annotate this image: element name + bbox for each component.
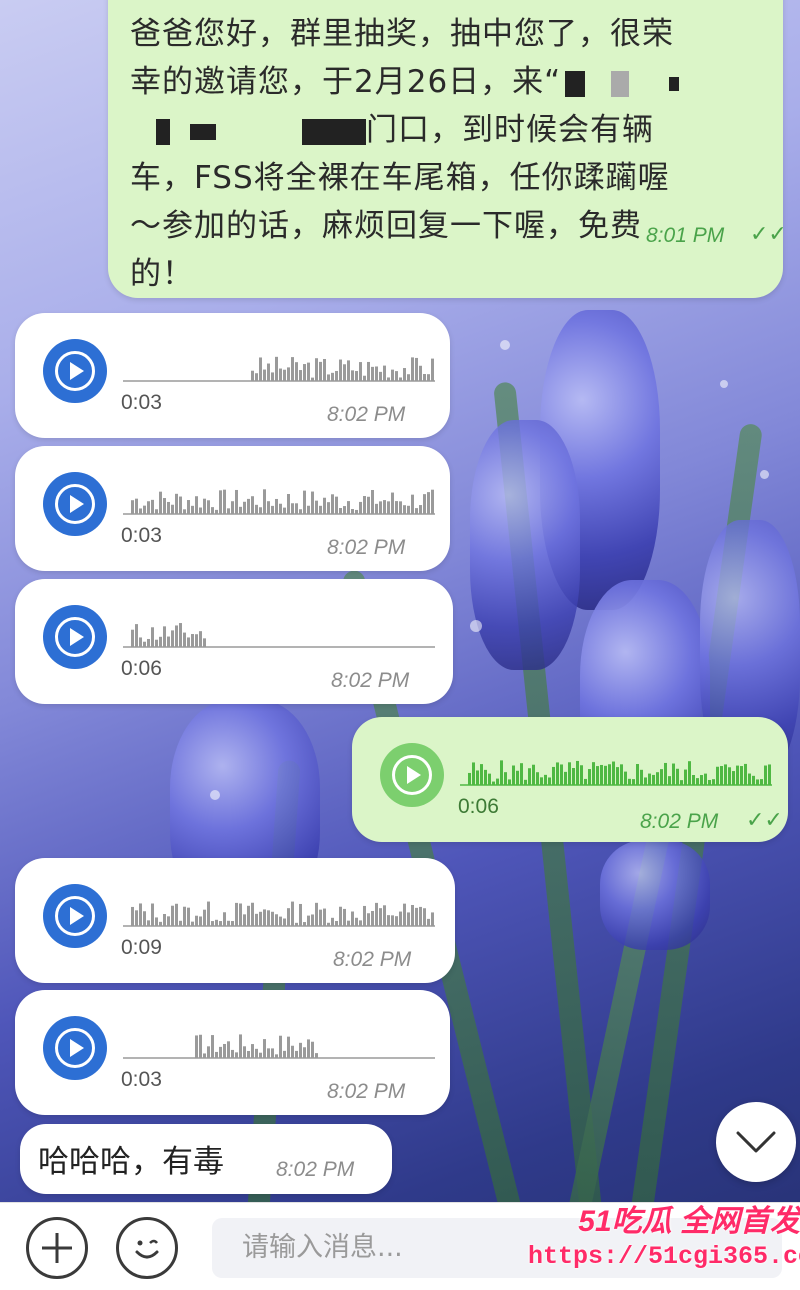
play-button[interactable] (43, 1016, 107, 1080)
message-time: 8:01 PM (646, 224, 725, 247)
voice-message[interactable]: 0:03 8:02 PM (15, 313, 450, 438)
outgoing-text-message[interactable]: 爸爸您好，群里抽奖，抽中您了，很荣 幸的邀请您，于2月26日，来“ 门口，到时候… (108, 0, 787, 298)
redaction (156, 118, 170, 145)
scroll-to-bottom-button[interactable] (716, 1102, 796, 1182)
message-input[interactable]: 请输入消息... (212, 1218, 782, 1278)
smiley-icon (135, 1239, 159, 1259)
plus-icon (42, 1233, 72, 1263)
voice-duration: 0:06 (458, 795, 499, 818)
redaction (190, 123, 216, 140)
waveform (123, 1034, 435, 1059)
message-text: 哈哈哈，有毒 (38, 1144, 224, 1180)
voice-duration: 0:03 (121, 391, 162, 414)
message-time: 8:02 PM (327, 536, 406, 559)
read-ticks-icon: ✓✓ (750, 222, 787, 247)
waveform (123, 901, 435, 927)
emoji-button[interactable] (116, 1217, 178, 1279)
redaction (669, 76, 680, 91)
voice-message[interactable]: 0:06 8:02 PM (15, 579, 453, 704)
play-icon (70, 1039, 84, 1057)
play-button[interactable] (43, 339, 107, 403)
waveform (460, 760, 772, 786)
redaction (611, 70, 630, 97)
message-text: 爸爸您好，群里抽奖，抽中您了，很荣 幸的邀请您，于2月26日，来“ 门口，到时候… (130, 10, 759, 298)
voice-message[interactable]: 0:03 8:02 PM (15, 990, 450, 1115)
message-time: 8:02 PM (327, 403, 406, 426)
waveform (123, 489, 435, 515)
message-time: 8:02 PM (327, 1080, 406, 1103)
redaction (302, 118, 366, 145)
message-time: 8:02 PM (640, 810, 719, 833)
incoming-text-message[interactable]: 哈哈哈，有毒 8:02 PM (20, 1124, 392, 1194)
redaction (565, 70, 586, 97)
play-button[interactable] (43, 884, 107, 948)
chevron-down-icon (736, 1131, 776, 1153)
message-composer: 请输入消息... (0, 1202, 800, 1290)
voice-duration: 0:03 (121, 524, 162, 547)
play-icon (70, 495, 84, 513)
play-button[interactable] (43, 472, 107, 536)
chat-thread: 爸爸您好，群里抽奖，抽中您了，很荣 幸的邀请您，于2月26日，来“ 门口，到时候… (0, 0, 800, 1290)
voice-message[interactable]: 0:09 8:02 PM (15, 858, 455, 983)
waveform (123, 356, 435, 382)
message-time: 8:02 PM (333, 948, 412, 971)
voice-duration: 0:09 (121, 936, 162, 959)
voice-duration: 0:03 (121, 1068, 162, 1091)
waveform (123, 623, 435, 648)
message-time: 8:02 PM (331, 669, 410, 692)
play-icon (70, 907, 84, 925)
voice-message[interactable]: 0:03 8:02 PM (15, 446, 450, 571)
play-icon (70, 628, 84, 646)
play-icon (407, 766, 421, 784)
play-button[interactable] (380, 743, 444, 807)
play-icon (70, 362, 84, 380)
voice-duration: 0:06 (121, 657, 162, 680)
play-button[interactable] (43, 605, 107, 669)
add-attachment-button[interactable] (26, 1217, 88, 1279)
read-ticks-icon: ✓✓ (746, 808, 783, 833)
outgoing-voice-message[interactable]: 0:06 8:02 PM ✓✓ (352, 717, 788, 842)
message-time: 8:02 PM (276, 1158, 355, 1181)
